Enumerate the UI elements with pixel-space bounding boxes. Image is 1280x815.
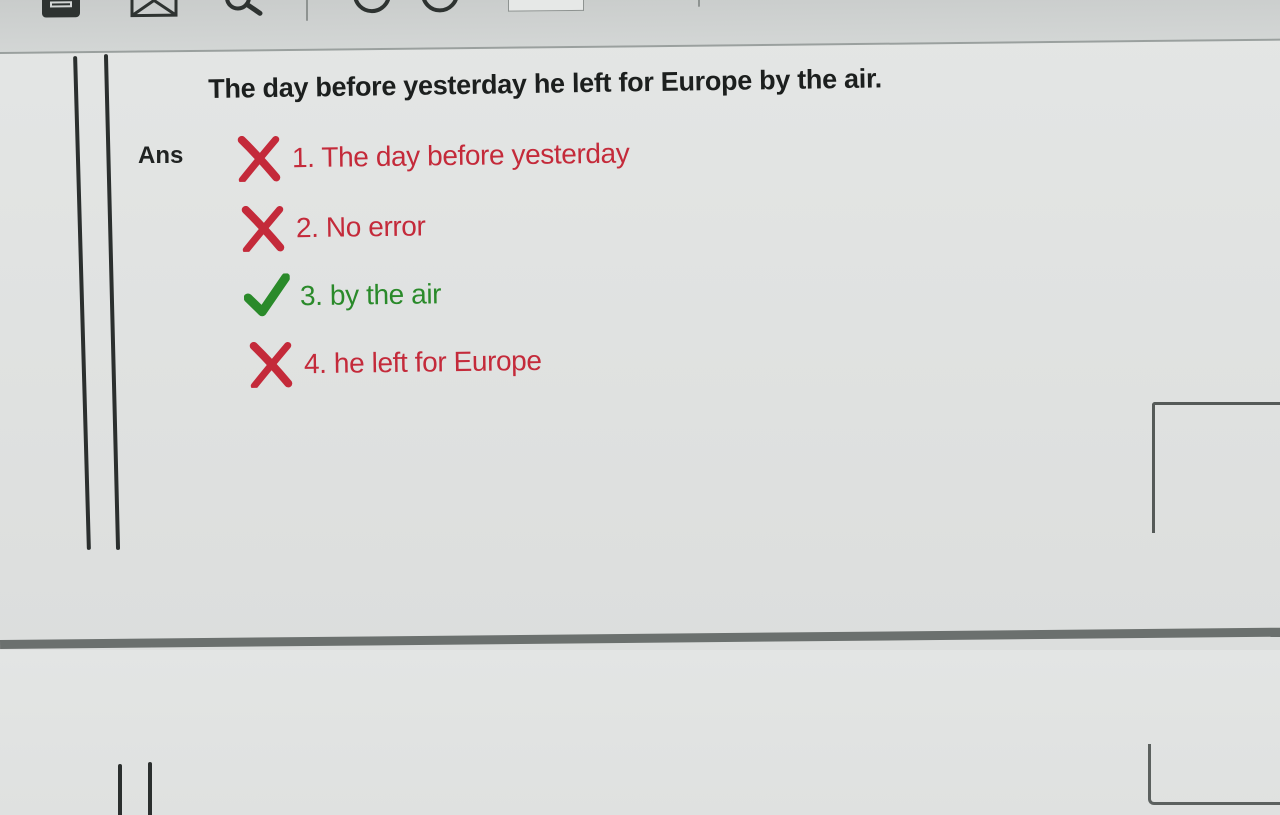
- side-panel-box: [1152, 402, 1280, 533]
- left-rule: [103, 54, 121, 550]
- answer-option-text: 3. by the air: [299, 278, 442, 312]
- cross-icon: [249, 341, 293, 388]
- next-question-area: [0, 650, 1280, 815]
- search-icon[interactable]: [222, 0, 266, 18]
- answer-option-text: 1. The day before yesterday: [291, 137, 630, 174]
- side-panel-box: [1148, 744, 1280, 805]
- answer-option-1[interactable]: 1. The day before yesterday: [236, 131, 630, 182]
- question-text: The day before yesterday he left for Eur…: [208, 63, 883, 104]
- circle-button-icon[interactable]: [350, 0, 394, 14]
- answer-option-text: 2. No error: [295, 210, 426, 244]
- toolbar-separator: [306, 0, 308, 21]
- section-divider: [0, 627, 1280, 649]
- check-icon: [243, 273, 291, 317]
- page: The day before yesterday he left for Eur…: [0, 0, 1280, 815]
- toolbar: [0, 0, 1280, 54]
- left-rule: [118, 764, 122, 815]
- toolbar-separator: [698, 0, 700, 7]
- left-rule: [73, 56, 91, 550]
- cross-icon: [241, 205, 285, 252]
- toolbar-field[interactable]: [508, 0, 584, 12]
- answer-option-2[interactable]: 2. No error: [240, 203, 426, 252]
- print-icon[interactable]: [38, 0, 84, 24]
- cross-icon: [237, 135, 281, 182]
- answer-label: Ans: [138, 142, 184, 169]
- answer-option-text: 4. he left for Europe: [303, 344, 542, 380]
- answer-option-3[interactable]: 3. by the air: [243, 271, 442, 320]
- left-rule: [148, 762, 152, 815]
- circle-button-icon[interactable]: [418, 0, 462, 14]
- mail-icon[interactable]: [130, 0, 178, 19]
- answer-option-4[interactable]: 4. he left for Europe: [248, 338, 542, 388]
